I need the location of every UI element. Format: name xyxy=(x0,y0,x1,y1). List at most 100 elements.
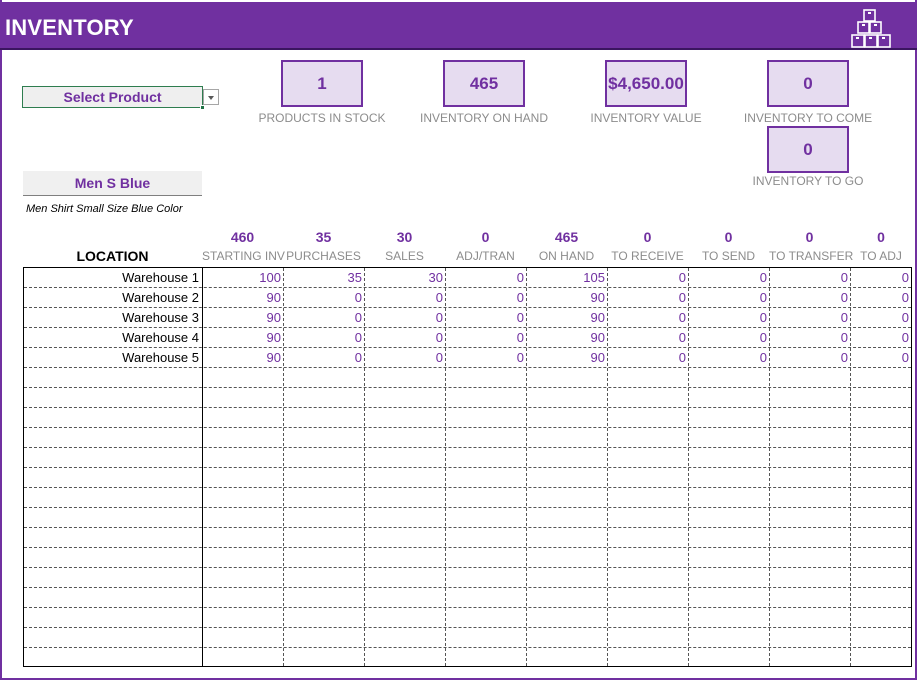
on-hand-cell[interactable]: 90 xyxy=(526,308,607,328)
grid-row-line xyxy=(24,587,911,588)
location-cell[interactable]: Warehouse 1 xyxy=(24,268,202,288)
sales-cell[interactable]: 0 xyxy=(364,348,445,368)
kpi-inventory-value-label: INVENTORY VALUE xyxy=(590,111,702,125)
starting-inv-cell[interactable]: 90 xyxy=(202,308,283,328)
location-cell[interactable]: Warehouse 4 xyxy=(24,328,202,348)
on-hand-cell[interactable]: 90 xyxy=(526,288,607,308)
on-hand-cell[interactable]: 105 xyxy=(526,268,607,288)
total-to-transfer: 0 xyxy=(805,229,814,245)
page-title: INVENTORY xyxy=(5,15,134,40)
grid-row-line xyxy=(24,467,911,468)
to-adj-cell[interactable]: 0 xyxy=(850,288,911,308)
column-header-purchases: PURCHASES xyxy=(286,249,361,263)
total-to-adj: 0 xyxy=(877,229,885,245)
total-sales: 30 xyxy=(396,229,413,245)
grid-row-line xyxy=(24,567,911,568)
purchases-cell[interactable]: 0 xyxy=(283,348,364,368)
starting-inv-cell[interactable]: 90 xyxy=(202,348,283,368)
to-receive-cell[interactable]: 0 xyxy=(607,268,688,288)
sales-cell[interactable]: 0 xyxy=(364,328,445,348)
total-on-hand: 465 xyxy=(554,229,579,245)
to-send-cell[interactable]: 0 xyxy=(688,288,769,308)
cell-fill-handle[interactable] xyxy=(200,105,205,110)
to-transfer-cell[interactable]: 0 xyxy=(769,308,850,328)
adj-tran-cell[interactable]: 0 xyxy=(445,328,526,348)
sales-cell[interactable]: 0 xyxy=(364,288,445,308)
adj-tran-cell[interactable]: 0 xyxy=(445,288,526,308)
kpi-inventory-value: $4,650.00 xyxy=(605,60,687,107)
to-receive-cell[interactable]: 0 xyxy=(607,308,688,328)
kpi-inventory-on-hand: 465 xyxy=(443,60,525,107)
to-transfer-cell[interactable]: 0 xyxy=(769,268,850,288)
product-dropdown-button[interactable] xyxy=(203,89,219,105)
column-header-to-send: TO SEND xyxy=(701,249,756,263)
starting-inv-cell[interactable]: 100 xyxy=(202,268,283,288)
kpi-inventory-to-come: 0 xyxy=(767,60,849,107)
purchases-cell[interactable]: 0 xyxy=(283,288,364,308)
to-send-cell[interactable]: 0 xyxy=(688,328,769,348)
column-header-to-transfer: TO TRANSFER xyxy=(769,249,854,263)
stacked-boxes-icon xyxy=(851,9,891,48)
adj-tran-cell[interactable]: 0 xyxy=(445,268,526,288)
product-select[interactable]: Select Product xyxy=(22,86,205,110)
sales-cell[interactable]: 30 xyxy=(364,268,445,288)
grid-row-line xyxy=(24,447,911,448)
grid-row-line xyxy=(24,427,911,428)
kpi-inventory-to-go: 0 xyxy=(767,126,849,173)
column-header-sales: SALES xyxy=(385,249,424,263)
total-purchases: 35 xyxy=(315,229,332,245)
total-to-send: 0 xyxy=(724,229,733,245)
total-to-receive: 0 xyxy=(643,229,652,245)
to-receive-cell[interactable]: 0 xyxy=(607,328,688,348)
to-send-cell[interactable]: 0 xyxy=(688,268,769,288)
grid-row-line xyxy=(24,387,911,388)
to-transfer-cell[interactable]: 0 xyxy=(769,328,850,348)
column-header-to-adj: TO ADJ xyxy=(860,249,902,263)
product-name: Men S Blue xyxy=(23,171,202,196)
to-adj-cell[interactable]: 0 xyxy=(850,308,911,328)
kpi-inventory-on-hand-label: INVENTORY ON HAND xyxy=(419,111,549,125)
starting-inv-cell[interactable]: 90 xyxy=(202,288,283,308)
starting-inv-cell[interactable]: 90 xyxy=(202,328,283,348)
location-cell[interactable]: Warehouse 3 xyxy=(24,308,202,328)
grid-row-line xyxy=(24,487,911,488)
grid-row-line xyxy=(24,527,911,528)
location-cell[interactable]: Warehouse 5 xyxy=(24,348,202,368)
location-cell[interactable]: Warehouse 2 xyxy=(24,288,202,308)
purchases-cell[interactable]: 0 xyxy=(283,328,364,348)
to-receive-cell[interactable]: 0 xyxy=(607,288,688,308)
adj-tran-cell[interactable]: 0 xyxy=(445,308,526,328)
column-header-starting-inv: STARTING INV xyxy=(202,249,285,263)
inventory-grid: Warehouse 1 100 35 30 0 105 0 0 0 0 Ware… xyxy=(23,267,912,667)
column-header-adj-tran: ADJ/TRAN xyxy=(456,249,515,263)
kpi-inventory-to-come-label: INVENTORY TO COME xyxy=(743,111,873,125)
on-hand-cell[interactable]: 90 xyxy=(526,328,607,348)
purchases-cell[interactable]: 35 xyxy=(283,268,364,288)
to-send-cell[interactable]: 0 xyxy=(688,308,769,328)
to-send-cell[interactable]: 0 xyxy=(688,348,769,368)
total-starting-inv: 460 xyxy=(230,229,255,245)
grid-row-line xyxy=(24,507,911,508)
product-select-label: Select Product xyxy=(63,89,162,105)
to-adj-cell[interactable]: 0 xyxy=(850,348,911,368)
location-column-header: LOCATION xyxy=(76,248,149,264)
to-adj-cell[interactable]: 0 xyxy=(850,328,911,348)
total-adj-tran: 0 xyxy=(481,229,490,245)
kpi-products-in-stock: 1 xyxy=(281,60,363,107)
adj-tran-cell[interactable]: 0 xyxy=(445,348,526,368)
to-transfer-cell[interactable]: 0 xyxy=(769,288,850,308)
grid-row-line xyxy=(24,647,911,648)
purchases-cell[interactable]: 0 xyxy=(283,308,364,328)
column-header-on-hand: ON HAND xyxy=(538,249,595,263)
sales-cell[interactable]: 0 xyxy=(364,308,445,328)
grid-row-line xyxy=(24,627,911,628)
kpi-inventory-to-go-label: INVENTORY TO GO xyxy=(752,174,864,188)
kpi-products-in-stock-label: PRODUCTS IN STOCK xyxy=(258,111,386,125)
grid-row-line xyxy=(24,607,911,608)
on-hand-cell[interactable]: 90 xyxy=(526,348,607,368)
chevron-down-icon xyxy=(208,96,214,100)
to-receive-cell[interactable]: 0 xyxy=(607,348,688,368)
to-transfer-cell[interactable]: 0 xyxy=(769,348,850,368)
grid-row-line xyxy=(24,547,911,548)
to-adj-cell[interactable]: 0 xyxy=(850,268,911,288)
